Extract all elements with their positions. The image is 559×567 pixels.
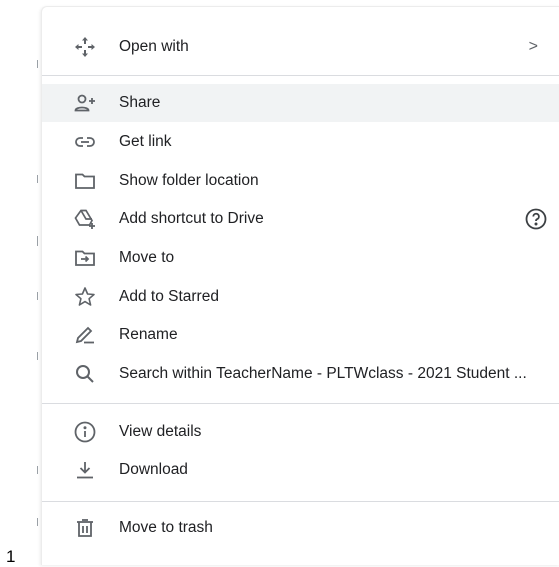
edge-mark (37, 518, 38, 526)
menu-divider (42, 75, 559, 76)
open-with-icon (72, 34, 98, 60)
link-icon (72, 129, 98, 155)
menu-item-rename[interactable]: Rename (42, 316, 559, 354)
add-shortcut-label: Add shortcut to Drive (119, 210, 264, 227)
edge-mark (37, 352, 38, 360)
pencil-icon (72, 322, 98, 348)
folder-move-icon (72, 245, 98, 271)
view-details-label: View details (119, 423, 202, 440)
show-folder-location-label: Show folder location (119, 172, 259, 189)
edge-mark (37, 292, 38, 300)
get-link-label: Get link (119, 133, 172, 150)
trash-icon (72, 515, 98, 541)
search-icon (72, 361, 98, 387)
edge-mark (37, 466, 38, 474)
menu-divider (42, 403, 559, 404)
menu-divider (42, 501, 559, 502)
move-to-label: Move to (119, 249, 175, 266)
rename-label: Rename (119, 326, 178, 343)
edge-mark (37, 236, 38, 246)
menu-item-add-shortcut[interactable]: Add shortcut to Drive (42, 200, 559, 238)
star-icon (72, 284, 98, 310)
edge-mark (37, 60, 38, 68)
help-icon[interactable] (524, 207, 548, 231)
info-icon (72, 419, 98, 445)
menu-item-open-with[interactable]: Open with > (42, 28, 559, 66)
move-to-trash-label: Move to trash (119, 519, 213, 536)
search-within-label: Search within TeacherName - PLTWclass - … (119, 365, 527, 382)
download-icon (72, 457, 98, 483)
page-number: 1 (6, 547, 16, 566)
menu-item-move-to-trash[interactable]: Move to trash (42, 509, 559, 547)
context-menu: Open with > Share Get link Show folder l… (41, 6, 559, 565)
menu-item-add-to-starred[interactable]: Add to Starred (42, 278, 559, 316)
menu-item-show-folder-location[interactable]: Show folder location (42, 162, 559, 200)
add-to-starred-label: Add to Starred (119, 288, 219, 305)
menu-item-download[interactable]: Download (42, 451, 559, 489)
folder-icon (72, 168, 98, 194)
person-add-icon (72, 90, 98, 116)
chevron-right-icon: > (528, 38, 538, 55)
menu-item-share[interactable]: Share (42, 84, 559, 122)
open-with-label: Open with (119, 38, 189, 55)
menu-item-view-details[interactable]: View details (42, 413, 559, 451)
download-label: Download (119, 461, 188, 478)
drive-shortcut-icon (72, 206, 98, 232)
menu-item-get-link[interactable]: Get link (42, 123, 559, 161)
share-label: Share (119, 94, 161, 111)
menu-item-search-within[interactable]: Search within TeacherName - PLTWclass - … (42, 355, 559, 393)
menu-item-move-to[interactable]: Move to (42, 239, 559, 277)
edge-mark (37, 175, 38, 183)
